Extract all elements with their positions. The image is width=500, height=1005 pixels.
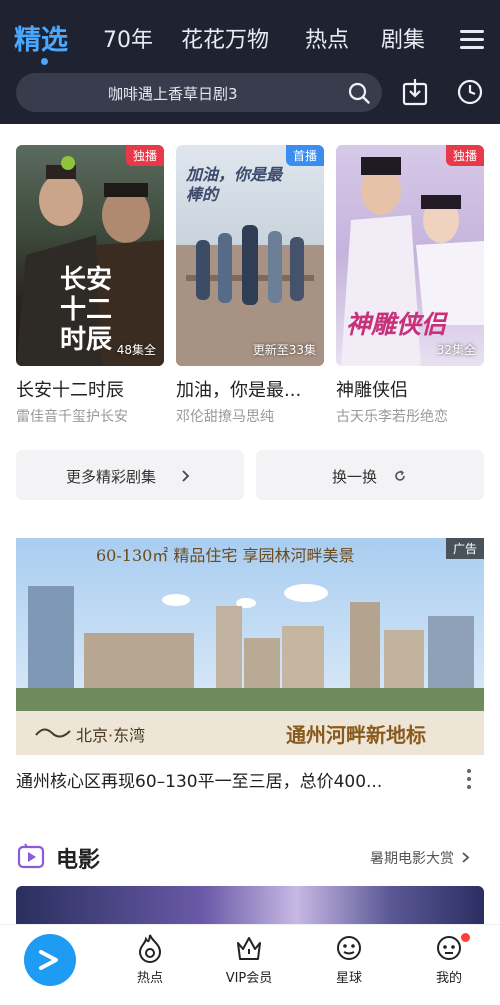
ad-slogan: 通州河畔新地标 — [286, 723, 426, 747]
download-icon[interactable] — [402, 78, 428, 106]
tab-featured[interactable]: 精选 — [14, 18, 68, 57]
drama-card[interactable]: 加油，你是最棒的 首播 更新至33集 — [176, 145, 324, 366]
section-title: 电影 — [56, 848, 101, 873]
flame-icon — [138, 934, 162, 963]
ad-banner[interactable]: 60-130㎡ 精品住宅 享园林河畔美景 广告 北京·东湾 通州河畔新地标 — [16, 538, 484, 755]
bottom-nav: 热点 VIP会员 星球 我的 — [0, 924, 500, 1005]
tab-70-years[interactable]: 70年 — [103, 22, 153, 54]
tab-hot[interactable]: 热点 — [305, 22, 349, 54]
nav-label: 星球 — [335, 971, 362, 986]
search-bar[interactable]: 咖啡遇上香草日剧3 — [16, 73, 382, 112]
episode-count: 48集全 — [116, 343, 156, 357]
notification-dot — [461, 933, 470, 942]
more-series-label: 更多精彩剧集 — [66, 468, 157, 486]
tab-huahua-wanwu[interactable]: 花花万物 — [181, 22, 269, 54]
poster-title: 长安十二时辰 — [60, 265, 113, 355]
ad-title[interactable]: 通州核心区再现60–130平一至三居，总价400... — [16, 767, 382, 792]
poster-title: 神雕侠侣 — [346, 310, 447, 339]
drama-subtitle: 古天乐李若彤绝恋 — [336, 409, 448, 425]
drama-title[interactable]: 长安十二时辰 — [16, 376, 124, 402]
nav-vip[interactable]: VIP会员 — [209, 933, 289, 993]
nav-label: VIP会员 — [225, 971, 273, 986]
nav-hot[interactable]: 热点 — [110, 933, 190, 993]
drama-card[interactable]: 长安十二时辰 独播 48集全 — [16, 145, 164, 366]
poster-title: 加油，你是最棒的 — [186, 165, 283, 204]
ad-headline: 60-130㎡ 精品住宅 享园林河畔美景 — [96, 546, 355, 565]
tab-series[interactable]: 剧集 — [381, 22, 425, 54]
planet-icon — [337, 936, 361, 960]
premiere-badge: 首播 — [285, 145, 324, 166]
drama-subtitle: 邓伦甜撩马思纯 — [176, 409, 274, 425]
brand-logo-icon — [35, 728, 71, 738]
nav-label: 我的 — [435, 971, 462, 986]
chevron-right-icon — [182, 470, 190, 482]
episode-count: 更新至33集 — [252, 343, 316, 357]
section-more-label: 暑期电影大赏 — [370, 851, 454, 867]
movie-banner[interactable] — [16, 886, 484, 926]
drama-card[interactable]: 神雕侠侣 独播 32集全 — [336, 145, 484, 366]
ad-brand: 北京·东湾 — [76, 726, 146, 745]
channel-tabs: 精选 70年 花花万物 热点 剧集 — [0, 18, 500, 66]
search-icon[interactable] — [348, 82, 370, 104]
drama-title[interactable]: 神雕侠侣 — [336, 376, 408, 402]
refresh-icon — [395, 470, 405, 481]
ad-badge: 广告 — [445, 538, 484, 559]
film-icon — [17, 843, 45, 869]
history-icon[interactable] — [457, 79, 483, 105]
crown-icon — [237, 937, 261, 960]
play-icon — [39, 950, 58, 970]
menu-icon[interactable] — [460, 30, 484, 50]
more-options-icon[interactable] — [466, 768, 472, 790]
chevron-right-icon — [462, 852, 470, 863]
profile-icon — [437, 936, 461, 960]
refresh-label: 换一换 — [332, 468, 378, 486]
refresh-button[interactable]: 换一换 — [256, 450, 484, 500]
episode-count: 32集全 — [436, 343, 476, 357]
nav-planet[interactable]: 星球 — [309, 933, 389, 993]
drama-subtitle: 雷佳音千玺护长安 — [16, 409, 128, 425]
drama-title[interactable]: 加油，你是最... — [176, 376, 301, 402]
section-more-link[interactable]: 暑期电影大赏 — [370, 848, 470, 868]
exclusive-badge: 独播 — [445, 145, 484, 166]
exclusive-badge: 独播 — [125, 145, 164, 166]
active-tab-indicator — [41, 58, 48, 65]
search-input[interactable]: 咖啡遇上香草日剧3 — [108, 83, 238, 104]
nav-profile[interactable]: 我的 — [409, 933, 489, 993]
ad-footer: 北京·东湾 通州河畔新地标 — [16, 711, 484, 755]
home-play-button[interactable] — [24, 934, 76, 986]
top-header: 精选 70年 花花万物 热点 剧集 咖啡遇上香草日剧3 — [0, 0, 500, 124]
nav-label: 热点 — [136, 971, 163, 986]
more-series-button[interactable]: 更多精彩剧集 — [16, 450, 244, 500]
